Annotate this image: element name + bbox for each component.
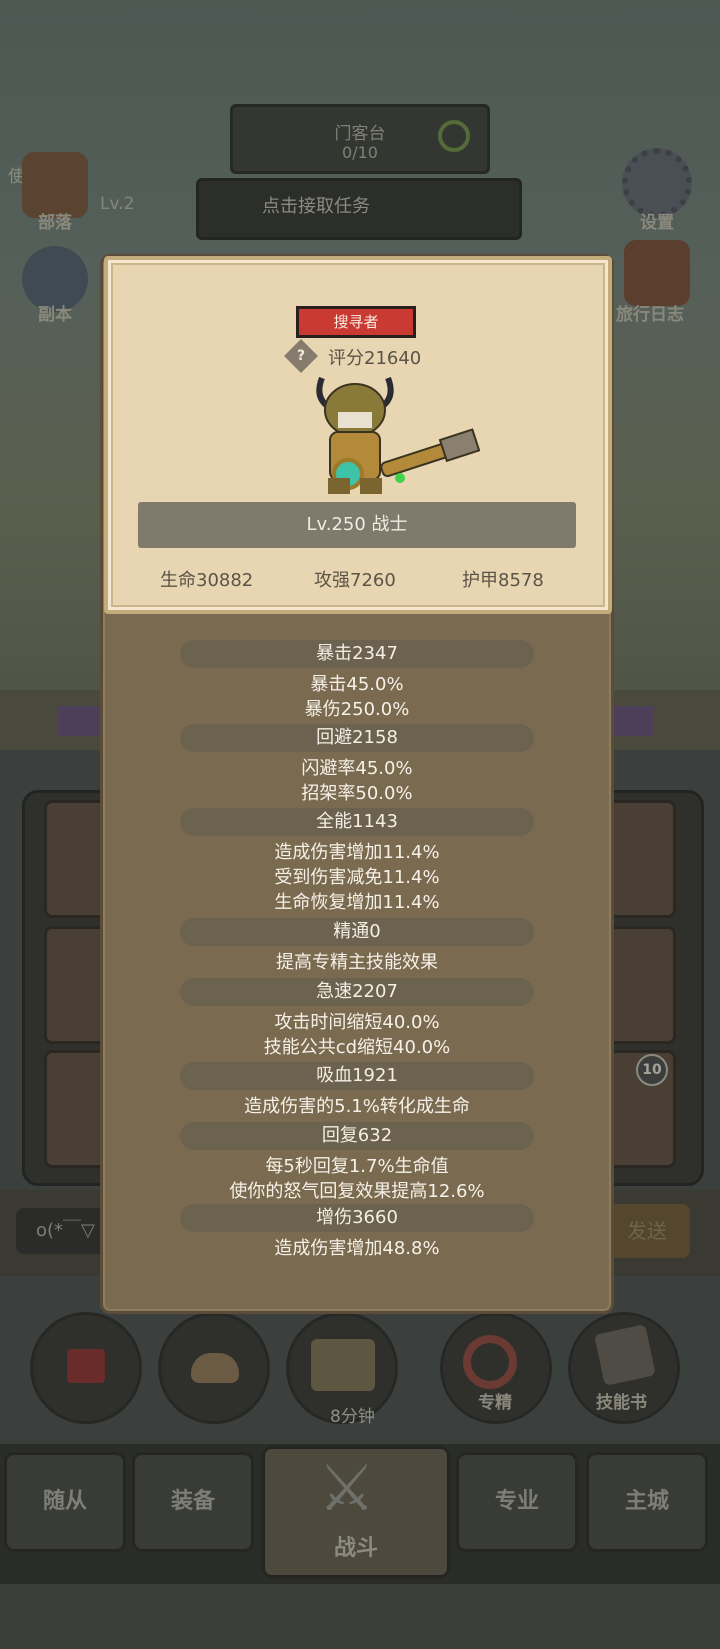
- level-class-bar: Lv.250 战士: [138, 502, 576, 548]
- progress-strip-right: [612, 706, 654, 736]
- stat-line: 提高专精主技能效果: [276, 952, 438, 973]
- stat-line: 技能公共cd缩短40.0%: [263, 1037, 451, 1058]
- travel-log-label: 旅行日志: [616, 305, 684, 325]
- stat-line: 攻击时间缩短40.0%: [274, 1012, 440, 1033]
- title-badge: 搜寻者: [296, 306, 416, 338]
- specialization-label: 专精: [478, 1393, 512, 1413]
- bread-button[interactable]: [158, 1312, 270, 1424]
- tab-main-city[interactable]: 主城: [586, 1452, 708, 1552]
- stat-line: 每5秒回复1.7%生命值: [265, 1156, 449, 1177]
- stat-header-haste: 急速2207: [180, 978, 534, 1006]
- stat-line: 招架率50.0%: [301, 783, 413, 804]
- stat-line: 生命恢复增加11.4%: [274, 892, 440, 913]
- stat-line: 造成伤害的5.1%转化成生命: [244, 1096, 470, 1117]
- slot-count-badge: 10: [636, 1054, 668, 1086]
- travel-log-icon[interactable]: [624, 240, 690, 306]
- chest-timer: 8分钟: [330, 1407, 375, 1427]
- tab-followers[interactable]: 随从: [4, 1452, 126, 1552]
- stat-header-mastery: 精通0: [180, 918, 534, 946]
- stat-line: 受到伤害减免11.4%: [274, 867, 440, 888]
- stat-header-damage-boost: 增伤3660: [180, 1204, 534, 1232]
- stat-line: 闪避率45.0%: [301, 758, 413, 779]
- task-level-text: Lv.2: [100, 194, 135, 214]
- score-text: 评分21640: [328, 348, 422, 369]
- stat-line: 造成伤害增加11.4%: [274, 842, 440, 863]
- dungeon-label: 副本: [38, 305, 72, 325]
- potion-button[interactable]: [30, 1312, 142, 1424]
- warrior-hero-sprite: [316, 376, 480, 494]
- tab-equipment[interactable]: 装备: [132, 1452, 254, 1552]
- stat-header-lifesteal: 吸血1921: [180, 1062, 534, 1090]
- hp-stat: 生命30882: [160, 570, 254, 591]
- stat-line: 造成伤害增加48.8%: [274, 1238, 440, 1259]
- progress-strip-left: [58, 706, 102, 736]
- tab-profession[interactable]: 专业: [456, 1452, 578, 1552]
- tribe-label: 部落: [38, 213, 72, 233]
- specialization-icon: [463, 1335, 517, 1389]
- potion-icon: [67, 1349, 105, 1383]
- crossed-swords-icon: ⚔: [318, 1452, 376, 1526]
- stat-line: 使你的怒气回复效果提高12.6%: [229, 1181, 485, 1202]
- skill-book-label: 技能书: [596, 1393, 647, 1413]
- stat-line: 暴伤250.0%: [304, 699, 410, 720]
- stat-header-crit: 暴击2347: [180, 640, 534, 668]
- stat-header-regen: 回复632: [180, 1122, 534, 1150]
- stat-header-versatility: 全能1143: [180, 808, 534, 836]
- armor-stat: 护甲8578: [462, 570, 544, 591]
- bread-icon: [191, 1353, 239, 1383]
- refresh-icon[interactable]: [438, 120, 470, 152]
- attack-stat: 攻强7260: [314, 570, 396, 591]
- stat-line: 暴击45.0%: [310, 674, 404, 695]
- send-button[interactable]: 发送: [604, 1204, 690, 1258]
- book-icon: [594, 1324, 656, 1386]
- settings-label: 设置: [640, 213, 674, 233]
- chest-icon: [311, 1339, 375, 1391]
- stat-header-evasion: 回避2158: [180, 724, 534, 752]
- task-text: 点击接取任务: [262, 196, 370, 217]
